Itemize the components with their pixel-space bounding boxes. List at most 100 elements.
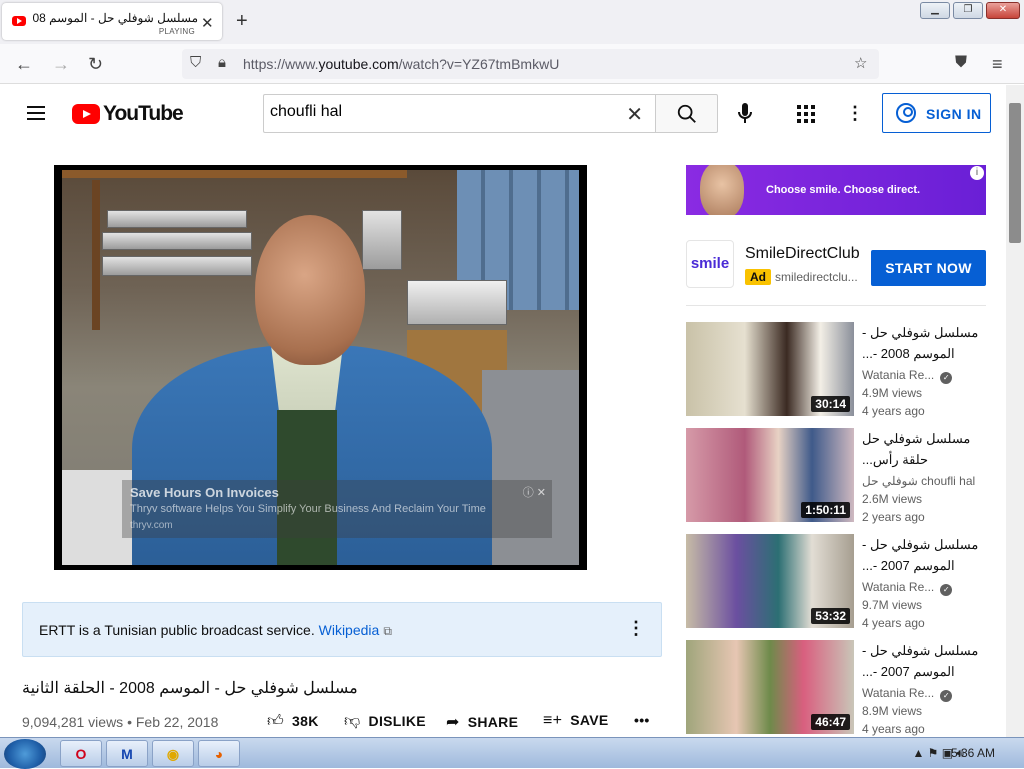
video-thumbnail[interactable]: 1:50:11 <box>686 428 854 522</box>
video-player[interactable]: Save Hours On Invoices Thryv software He… <box>54 165 587 570</box>
video-title-link[interactable]: مسلسل شوفلي حل - الموسم 2008 -... <box>862 322 986 364</box>
video-title: مسلسل شوفلي حل - الموسم 2008 - الحلقة ال… <box>22 680 358 697</box>
wikipedia-link[interactable]: Wikipedia <box>319 622 380 638</box>
url-text[interactable]: https://www.youtube.com/watch?v=YZ67tmBm… <box>243 56 559 72</box>
share-button[interactable]: ➦ SHARE <box>446 712 518 732</box>
view-count: 4.9M views <box>862 386 923 400</box>
video-thumbnail[interactable]: 30:14 <box>686 322 854 416</box>
recommended-video[interactable]: 53:32 مسلسل شوفلي حل - الموسم 2007 -... … <box>686 534 986 630</box>
ad-badge: Ad <box>745 269 771 285</box>
apps-grid-icon[interactable] <box>797 105 815 123</box>
reload-icon[interactable]: ↻ <box>88 54 103 75</box>
like-button[interactable]: 👍︎ 38K <box>267 712 319 731</box>
ad-overlay-text: Thryv software Helps You Simplify Your B… <box>130 503 486 515</box>
ad-banner-text: Choose smile. Choose direct. <box>766 184 921 196</box>
minimize-window-button[interactable]: ▁ <box>920 2 950 19</box>
opera-taskbar-icon[interactable]: O <box>60 740 102 767</box>
ad-overlay-domain: thryv.com <box>130 520 173 531</box>
video-title-link[interactable]: مسلسل شوفلي حل - الموسم 2007 -... <box>862 534 986 576</box>
forward-arrow-icon[interactable]: → <box>52 54 70 75</box>
video-title-link[interactable]: مسلسل شوفلي حل - الموسم 2007 -... <box>862 640 986 682</box>
menu-hamburger-icon[interactable]: ≡ <box>992 54 1003 75</box>
recommended-video[interactable]: 46:47 مسلسل شوفلي حل - الموسم 2007 -... … <box>686 640 986 736</box>
youtube-logo-text: YouTube <box>103 102 184 125</box>
channel-name[interactable]: شوفلي حل choufli hal <box>862 474 975 488</box>
restore-window-button[interactable]: ❐ <box>953 2 983 19</box>
like-count: 38K <box>292 713 319 729</box>
save-label: SAVE <box>570 712 609 728</box>
close-ad-overlay-icon[interactable]: ⓘ ✕ <box>523 484 546 500</box>
new-tab-icon[interactable]: + <box>236 10 248 33</box>
recommended-video[interactable]: 30:14 مسلسل شوفلي حل - الموسم 2008 -... … <box>686 322 986 418</box>
chrome-taskbar-icon[interactable]: ◉ <box>152 740 194 767</box>
advertiser-name: SmileDirectClub <box>745 245 860 262</box>
ad-card[interactable]: smile SmileDirectClub Ad smiledirectclu.… <box>686 240 986 306</box>
sign-in-button[interactable]: SIGN IN <box>882 93 991 133</box>
dislike-label: DISLIKE <box>368 713 426 729</box>
voice-search-button[interactable] <box>729 97 761 129</box>
video-thumbnail[interactable]: 46:47 <box>686 640 854 734</box>
video-frame[interactable]: Save Hours On Invoices Thryv software He… <box>62 170 579 565</box>
browser-tab[interactable]: مسلسل شوفلي حل - الموسم 2008 - PLAYING ✕ <box>2 3 222 40</box>
verified-check-icon: ✓ <box>940 584 953 596</box>
info-panel-description: ERTT is a Tunisian public broadcast serv… <box>39 622 315 638</box>
shield-icon[interactable]: ⛉ <box>190 54 201 71</box>
dislike-button[interactable]: 👎︎ DISLIKE <box>344 712 426 731</box>
upload-age: 4 years ago <box>862 616 925 630</box>
view-count: 2.6M views <box>862 492 923 506</box>
malwarebytes-taskbar-icon[interactable]: M <box>106 740 148 767</box>
video-title-link[interactable]: مسلسل شوفلي حل حلقة رأس... <box>862 428 986 470</box>
start-now-button[interactable]: START NOW <box>871 250 986 286</box>
search-input[interactable] <box>270 103 610 121</box>
clear-search-icon[interactable]: ✕ <box>626 102 643 127</box>
ad-info-icon[interactable]: i <box>970 166 984 180</box>
save-button[interactable]: ≡+ SAVE <box>543 712 609 730</box>
window-controls: ▁ ❐ ✕ <box>920 2 1020 19</box>
close-window-button[interactable]: ✕ <box>986 2 1020 19</box>
channel-name[interactable]: Watania Re... ✓ <box>862 580 953 596</box>
close-tab-icon[interactable]: ✕ <box>201 14 214 32</box>
video-duration: 30:14 <box>811 396 850 412</box>
video-duration: 46:47 <box>811 714 850 730</box>
video-duration: 1:50:11 <box>801 502 850 518</box>
microphone-icon <box>738 103 752 123</box>
sign-in-label: SIGN IN <box>926 106 982 122</box>
device-decor <box>362 210 402 270</box>
browser-nav-bar: ← → ↻ ⛉ 🔒︎ https://www.youtube.com/watch… <box>0 44 1024 84</box>
more-actions-icon[interactable]: ••• <box>634 712 650 728</box>
page-scrollbar[interactable] <box>1006 85 1024 737</box>
verified-check-icon: ✓ <box>940 372 953 384</box>
search-button[interactable] <box>655 94 718 133</box>
video-duration: 53:32 <box>811 608 850 624</box>
url-bar[interactable]: ⛉ 🔒︎ https://www.youtube.com/watch?v=YZ6… <box>182 49 879 79</box>
info-panel-more-icon[interactable]: ⋮ <box>627 618 645 639</box>
start-button[interactable] <box>4 739 46 769</box>
upload-age: 2 years ago <box>862 510 925 524</box>
player-ad-overlay[interactable]: Save Hours On Invoices Thryv software He… <box>122 480 552 538</box>
account-icon <box>896 103 916 123</box>
channel-name[interactable]: Watania Re... ✓ <box>862 368 953 384</box>
windows-taskbar: O M ◉ ◕ ▲ ⚑ ▣ 🔊︎ 5:36 AM <box>0 737 1024 769</box>
shelf-decor <box>62 170 407 178</box>
video-thumbnail[interactable]: 53:32 <box>686 534 854 628</box>
ad-banner[interactable]: Choose smile. Choose direct. i <box>686 165 986 215</box>
advertiser-logo: smile <box>686 240 734 288</box>
shelf-decor <box>92 180 100 330</box>
guide-menu-icon[interactable] <box>27 106 45 120</box>
info-panel-text: ERTT is a Tunisian public broadcast serv… <box>39 622 392 639</box>
channel-name[interactable]: Watania Re... ✓ <box>862 686 953 702</box>
scrollbar-thumb[interactable] <box>1009 103 1021 243</box>
share-arrow-icon: ➦ <box>446 714 460 731</box>
vcr-decor <box>107 210 247 228</box>
pocket-icon[interactable]: ⛊ <box>955 54 967 72</box>
search-icon <box>677 104 696 123</box>
browser-tab-bar: مسلسل شوفلي حل - الموسم 2008 - PLAYING ✕… <box>0 0 1024 44</box>
ad-overlay-title: Save Hours On Invoices <box>130 485 279 500</box>
bookmark-star-icon[interactable]: ☆ <box>854 54 867 72</box>
back-arrow-icon[interactable]: ← <box>15 54 33 75</box>
vcr-decor <box>102 232 252 250</box>
recommended-video[interactable]: 1:50:11 مسلسل شوفلي حل حلقة رأس... شوفلي… <box>686 428 986 524</box>
lock-icon[interactable]: 🔒︎ <box>218 54 226 71</box>
settings-more-icon[interactable]: ⋮ <box>846 103 864 123</box>
firefox-taskbar-icon[interactable]: ◕ <box>198 740 240 767</box>
